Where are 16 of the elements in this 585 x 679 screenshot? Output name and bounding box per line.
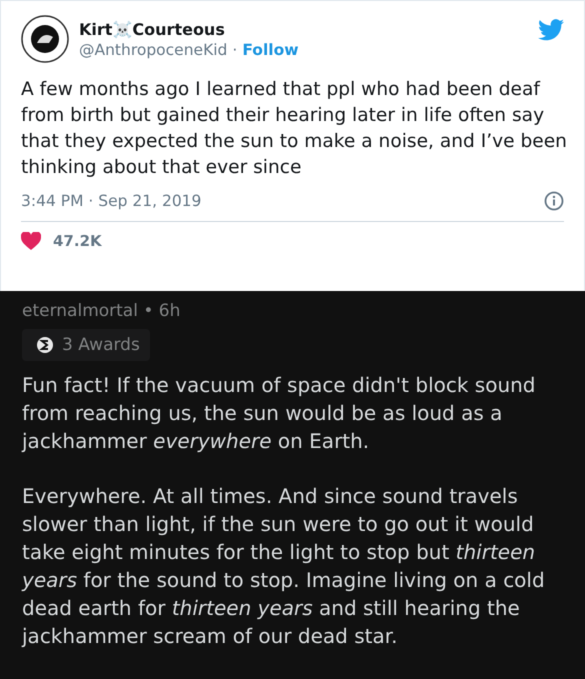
award-icon: [36, 336, 54, 354]
comment-paragraph: Everywhere. At all times. And since sound travels slower than light, if the sun were to go out it would take eight minutes for the light to stop but thirteen years for the sound to stop. Imagine living on a cold dead earth for thirteen years and still hearing the jackhammer scream of our dead star.: [22, 483, 546, 650]
comment-author[interactable]: eternalmortal • 6h: [22, 301, 565, 321]
separator: ·: [232, 40, 238, 58]
timestamp[interactable]: 3:44 PM · Sep 21, 2019: [21, 192, 202, 210]
awards-badge[interactable]: 3 Awards: [22, 329, 150, 361]
user-handle[interactable]: @AnthropoceneKid: [79, 40, 228, 58]
follow-link[interactable]: Follow: [242, 40, 299, 58]
info-icon[interactable]: [544, 191, 564, 211]
display-name[interactable]: Kirt☠Courteous: [79, 20, 528, 38]
comment-paragraph: Fun fact! If the vacuum of space didn't block sound from reaching us, the sun would be as loud as a jackhammer everywhere on Earth.: [22, 372, 536, 455]
tweet-text: A few months ago I learned that ppl who had been deaf from birth but gained their hearing later in life often say that they expected the sun to make a noise, and I’ve been thinking about that ever since: [21, 78, 568, 180]
bird-icon[interactable]: [538, 19, 564, 41]
heart-icon[interactable]: [21, 232, 41, 250]
like-count: 47.2K: [53, 232, 102, 250]
avatar-icon[interactable]: [21, 15, 69, 63]
